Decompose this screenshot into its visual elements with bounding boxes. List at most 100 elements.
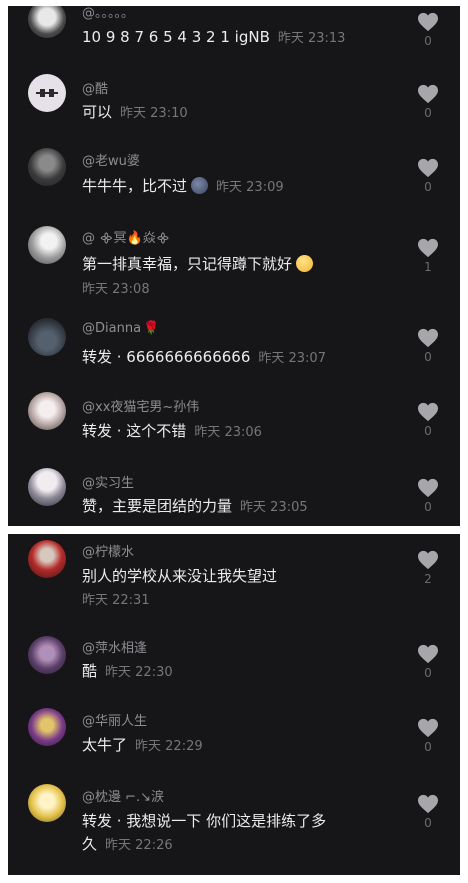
comment-text: 牛牛牛，比不过 昨天 23:09	[82, 175, 284, 196]
comment-time: 昨天 23:09	[216, 180, 284, 195]
comment-text: 转发 · 6666666666666 昨天 23:07	[82, 346, 326, 367]
user-avatar[interactable]	[28, 6, 66, 38]
comment-item[interactable]: @Dianna 🌹 转发 · 6666666666666 昨天 23:07 0	[8, 316, 460, 390]
like-button[interactable]: 0	[416, 718, 440, 754]
user-avatar[interactable]	[28, 708, 66, 746]
username-part: 焱᯽	[142, 231, 171, 246]
comment-username[interactable]: @ ᯽冥🔥焱᯽	[82, 227, 170, 246]
like-button[interactable]: 0	[416, 794, 440, 830]
user-avatar[interactable]	[28, 392, 66, 430]
heart-icon	[418, 328, 438, 348]
heart-icon	[418, 84, 438, 104]
user-avatar[interactable]	[28, 226, 66, 264]
heart-icon	[418, 644, 438, 664]
like-button[interactable]: 0	[416, 84, 440, 120]
comment-time: 昨天 22:26	[105, 838, 173, 853]
user-avatar[interactable]	[28, 318, 66, 356]
comment-text: 别人的学校从来没让我失望过	[82, 565, 277, 586]
comment-username[interactable]: @实习生	[82, 472, 134, 491]
user-avatar[interactable]	[28, 468, 66, 506]
comment-text: 酷昨天 22:30	[82, 660, 173, 681]
comment-item[interactable]: @实习生 赞，主要是团结的力量 昨天 23:05 0	[8, 462, 460, 526]
comment-time: 昨天 23:10	[120, 106, 188, 121]
user-avatar[interactable]	[28, 540, 66, 578]
user-avatar[interactable]	[28, 636, 66, 674]
comment-username[interactable]: @Dianna 🌹	[82, 321, 159, 336]
comment-item[interactable]: @老wu婆 牛牛牛，比不过 昨天 23:09 0	[8, 144, 460, 220]
like-count: 0	[424, 350, 432, 364]
sad-face-emoji-icon	[191, 177, 209, 194]
comment-item[interactable]: @xx夜猫宅男~孙伟 转发 · 这个不错 昨天 23:06 0	[8, 390, 460, 462]
comment-username[interactable]: @酷	[82, 78, 108, 97]
comment-item[interactable]: @华丽人生 太牛了 昨天 22:29 0	[8, 700, 460, 776]
comment-body: 赞，主要是团结的力量	[82, 497, 233, 515]
username-part: @Dianna	[82, 321, 142, 336]
comment-time: 昨天 23:06	[194, 425, 262, 440]
like-count: 0	[424, 180, 432, 194]
like-count: 0	[424, 106, 432, 120]
comment-item[interactable]: @酷 可以 昨天 23:10 0	[8, 72, 460, 144]
comment-text: 10 9 8 7 6 5 4 3 2 1 igNB 昨天 23:13	[82, 27, 345, 46]
comment-time: 昨天 23:13	[277, 31, 346, 46]
comment-username[interactable]: @华丽人生	[82, 710, 147, 729]
comment-item[interactable]: @枕邊 ⌐.↘涙 转发 · 我想说一下 你们这是排练了多 久昨天 22:26 0	[8, 776, 460, 875]
like-count: 0	[424, 740, 432, 754]
like-count: 0	[424, 666, 432, 680]
heart-icon	[418, 794, 438, 814]
comment-username[interactable]: @老wu婆	[82, 150, 140, 169]
comment-time: 昨天 22:31	[82, 593, 150, 608]
comment-body: 转发 · 这个不错	[82, 422, 187, 440]
comment-text: 第一排真幸福，只记得蹲下就好	[82, 253, 314, 274]
user-avatar[interactable]	[28, 148, 66, 186]
comment-body: 第一排真幸福，只记得蹲下就好	[82, 255, 293, 273]
like-button[interactable]: 0	[416, 12, 440, 48]
comment-username[interactable]: @萍水相逢	[82, 637, 147, 656]
heart-icon	[418, 478, 438, 498]
like-count: 0	[424, 816, 432, 830]
heart-icon	[418, 402, 438, 422]
username-part: @ ᯽冥	[82, 231, 127, 246]
comment-text: 转发 · 这个不错 昨天 23:06	[82, 420, 262, 441]
comment-time: 昨天 23:07	[258, 351, 326, 366]
comment-body: 10 9 8 7 6 5 4 3 2 1 igNB	[82, 28, 270, 46]
comment-username[interactable]: @xx夜猫宅男~孙伟	[82, 396, 199, 415]
heart-icon	[418, 718, 438, 738]
comment-body: 酷	[82, 662, 98, 680]
like-count: 1	[424, 260, 432, 274]
comment-text-line-1: 转发 · 我想说一下 你们这是排练了多	[82, 812, 327, 830]
comment-body: 太牛了	[82, 736, 128, 754]
user-avatar[interactable]	[28, 784, 66, 822]
comment-item[interactable]: @萍水相逢 酷昨天 22:30 0	[8, 626, 460, 700]
like-button[interactable]: 1	[416, 238, 440, 274]
comments-panel-bottom: @柠檬水 别人的学校从来没让我失望过 昨天 22:31 2 @萍水相逢 酷昨天 …	[8, 534, 460, 875]
heart-icon	[418, 238, 438, 258]
heart-icon	[418, 550, 438, 570]
comment-text: 可以 昨天 23:10	[82, 101, 188, 122]
heart-icon	[418, 12, 438, 32]
comment-body: 牛牛牛，比不过	[82, 177, 188, 195]
comment-text-line-2: 久昨天 22:26	[82, 833, 173, 854]
comment-time: 昨天 22:30	[105, 665, 173, 680]
comment-username[interactable]: @。。。。。	[82, 6, 134, 21]
comment-body: 可以	[82, 103, 113, 121]
like-button[interactable]: 2	[416, 550, 440, 586]
like-button[interactable]: 0	[416, 328, 440, 364]
comment-username[interactable]: @柠檬水	[82, 541, 134, 560]
comment-username[interactable]: @枕邊 ⌐.↘涙	[82, 786, 164, 805]
comments-panel-top: @。。。。。 10 9 8 7 6 5 4 3 2 1 igNB 昨天 23:13…	[8, 6, 460, 526]
like-button[interactable]: 0	[416, 402, 440, 438]
like-button[interactable]: 0	[416, 644, 440, 680]
comment-text: 赞，主要是团结的力量 昨天 23:05	[82, 495, 308, 516]
comment-time: 昨天 22:29	[135, 739, 203, 754]
user-avatar[interactable]	[28, 74, 66, 112]
like-button[interactable]: 0	[416, 158, 440, 194]
like-button[interactable]: 0	[416, 478, 440, 514]
comment-item[interactable]: @ ᯽冥🔥焱᯽ 第一排真幸福，只记得蹲下就好 昨天 23:08 1	[8, 220, 460, 316]
fire-icon: 🔥	[126, 231, 143, 246]
comment-item[interactable]: @。。。。。 10 9 8 7 6 5 4 3 2 1 igNB 昨天 23:13…	[8, 6, 460, 72]
like-count: 0	[424, 34, 432, 48]
comment-body: 转发 · 6666666666666	[82, 348, 251, 366]
comment-item[interactable]: @柠檬水 别人的学校从来没让我失望过 昨天 22:31 2	[8, 534, 460, 626]
rose-icon: 🌹	[143, 321, 160, 336]
like-count: 0	[424, 500, 432, 514]
